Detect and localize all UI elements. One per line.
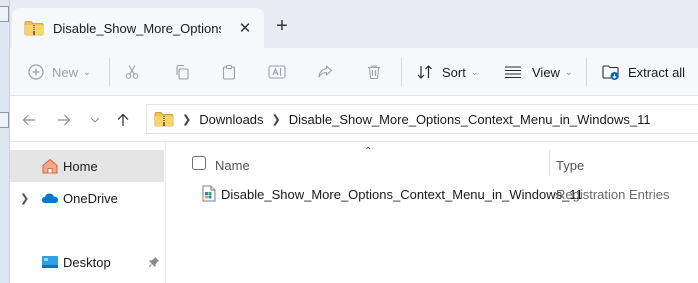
command-bar: New ⌄ Sort ⌄ View ⌄ Extract all <box>10 48 698 96</box>
sidebar-item-home[interactable]: Home <box>10 150 164 182</box>
view-button[interactable]: View ⌄ <box>504 57 573 87</box>
recent-locations-button[interactable] <box>84 109 106 131</box>
chevron-down-icon: ⌄ <box>470 66 479 77</box>
cloud-icon <box>42 193 58 203</box>
navigation-bar: ❯ Downloads ❯ Disable_Show_More_Options_… <box>10 96 698 142</box>
chevron-down-icon <box>90 117 100 123</box>
sort-label: Sort <box>442 64 466 80</box>
select-all-checkbox[interactable] <box>192 156 206 170</box>
sidebar-item-desktop[interactable]: Desktop <box>10 246 164 278</box>
scissors-icon <box>125 65 139 79</box>
separator <box>586 58 587 86</box>
breadcrumb-current-folder[interactable]: Disable_Show_More_Options_Context_Menu_i… <box>289 112 651 127</box>
file-list: ⌃ Name Type Disable_Show_More_Options_Co… <box>166 142 698 283</box>
chevron-down-icon: ⌄ <box>83 66 91 77</box>
chevron-down-icon: ⌄ <box>564 66 573 77</box>
chevron-right-icon[interactable]: ❯ <box>272 113 281 126</box>
forward-button[interactable] <box>53 109 75 131</box>
window-edge-mark <box>0 6 9 22</box>
sidebar-item-onedrive[interactable]: ❯ OneDrive <box>10 182 164 214</box>
column-header-label: Type <box>556 157 585 173</box>
plus-circle-icon <box>28 64 44 80</box>
separator <box>109 58 110 86</box>
cut-button[interactable] <box>124 57 140 87</box>
clipboard-icon <box>222 64 236 80</box>
sort-icon <box>417 65 432 79</box>
column-header-name[interactable]: Name <box>215 154 250 176</box>
arrow-up-icon <box>117 113 129 126</box>
desktop-icon <box>42 256 58 268</box>
chevron-right-icon[interactable]: ❯ <box>20 192 29 205</box>
sort-button[interactable]: Sort ⌄ <box>416 57 478 87</box>
new-label: New <box>52 64 79 80</box>
file-row[interactable]: Disable_Show_More_Options_Context_Menu_i… <box>196 181 696 207</box>
copy-button[interactable] <box>174 57 190 87</box>
rename-icon <box>268 65 286 79</box>
folder-zip-icon <box>154 112 174 127</box>
share-button[interactable] <box>317 57 333 87</box>
back-button[interactable] <box>18 109 40 131</box>
delete-button[interactable] <box>366 57 382 87</box>
folder-zip-icon <box>24 21 44 36</box>
window-edge-mark <box>0 112 9 128</box>
close-tab-icon[interactable]: ✕ <box>236 19 254 37</box>
file-name[interactable]: Disable_Show_More_Options_Context_Menu_i… <box>221 187 583 202</box>
extract-folder-icon <box>602 64 619 80</box>
extract-all-label: Extract all <box>628 64 686 80</box>
column-header-type[interactable]: Type <box>556 154 584 176</box>
file-type: Registration Entries <box>556 186 670 202</box>
share-icon <box>318 65 333 78</box>
new-button[interactable]: New ⌄ <box>28 57 91 87</box>
copy-icon <box>176 64 189 80</box>
home-icon <box>42 158 58 174</box>
registry-file-icon <box>202 185 216 202</box>
sort-ascending-icon: ⌃ <box>364 146 373 157</box>
tab-active[interactable]: Disable_Show_More_Options_ ✕ <box>12 8 264 48</box>
title-bar: Disable_Show_More_Options_ ✕ + <box>10 0 698 48</box>
pin-icon[interactable] <box>148 256 160 268</box>
arrow-right-icon <box>58 114 71 126</box>
chevron-right-icon[interactable]: ❯ <box>182 113 191 126</box>
address-bar[interactable]: ❯ Downloads ❯ Disable_Show_More_Options_… <box>146 104 698 134</box>
column-divider[interactable] <box>549 150 550 176</box>
view-lines-icon <box>505 66 521 79</box>
desktop-edge <box>0 0 10 283</box>
sidebar-item-label: Desktop <box>63 254 111 270</box>
breadcrumb-downloads[interactable]: Downloads <box>199 112 263 127</box>
tab-title: Disable_Show_More_Options_ <box>53 20 221 36</box>
paste-button[interactable] <box>221 57 237 87</box>
new-tab-button[interactable]: + <box>270 14 294 38</box>
sidebar-item-label: Home <box>63 158 98 174</box>
navigation-pane: Home ❯ OneDrive Desktop <box>10 142 166 283</box>
column-header-label: Name <box>215 157 250 173</box>
up-button[interactable] <box>112 109 134 131</box>
sidebar-item-label: OneDrive <box>63 190 118 206</box>
separator <box>401 58 402 86</box>
trash-icon <box>368 65 380 80</box>
view-label: View <box>532 64 560 80</box>
arrow-left-icon <box>22 114 35 126</box>
rename-button[interactable] <box>268 57 286 87</box>
extract-all-button[interactable]: Extract all <box>602 57 685 87</box>
